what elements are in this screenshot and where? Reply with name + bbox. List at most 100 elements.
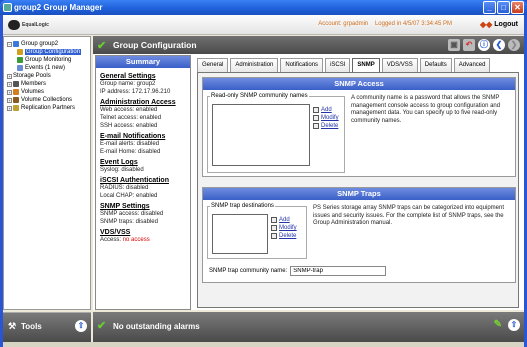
tree-node-label: Group group2 <box>21 41 59 47</box>
summary-body: General Settings Group name: group2 IP add… <box>96 68 190 246</box>
tree-node-label: Volume Collections <box>21 97 73 103</box>
tab-general[interactable]: General <box>197 58 229 72</box>
tools-label: Tools <box>21 322 42 331</box>
help-icon[interactable]: ⓘ <box>478 39 490 51</box>
tree-node-label: Storage Pools <box>13 73 51 79</box>
tree-node[interactable]: + Storage Pools <box>7 72 51 80</box>
expand-icon[interactable]: + <box>7 89 12 95</box>
tab-vds-vss[interactable]: VDS/VSS <box>381 58 418 72</box>
expand-icon[interactable]: + <box>7 105 12 111</box>
summary-line: RADIUS: disabled <box>100 185 149 191</box>
tools-icon: ⚒ <box>8 321 17 331</box>
summary-section-heading[interactable]: E-mail Notifications <box>100 133 186 140</box>
add-trap-link[interactable]: Add <box>279 216 290 224</box>
tools-expand-icon[interactable]: ⇧ <box>75 320 87 332</box>
back-icon[interactable]: ❮ <box>493 39 505 51</box>
summary-title: Summary <box>96 56 190 68</box>
main-header: ✔ Group Configuration ▣ ↶ ⓘ ❮ ❯ <box>93 36 524 54</box>
tab-administration[interactable]: Administration <box>230 58 279 72</box>
add-icon <box>313 107 319 113</box>
brand: EqualLogic <box>8 20 49 30</box>
tree-node-label: Volumes <box>21 89 45 95</box>
snmp-traps-description: PS Series storage array SNMP traps can b… <box>313 205 504 226</box>
tree-node[interactable]: + Volume Collections <box>7 96 72 104</box>
summary-line: SSH access: enabled <box>100 123 158 129</box>
summary-line: Local CHAP: enabled <box>100 193 158 199</box>
tree-node-label: Members <box>21 81 47 87</box>
vds-access-value: no access <box>122 237 150 243</box>
modify-icon <box>313 115 319 121</box>
discard-icon[interactable]: ↶ <box>463 39 475 51</box>
tab-iscsi[interactable]: iSCSI <box>325 58 351 72</box>
expand-icon[interactable]: + <box>7 97 12 103</box>
expand-icon[interactable]: + <box>7 73 12 79</box>
app-icon <box>3 3 12 12</box>
tools-panel[interactable]: ⚒ Tools ⇧ <box>3 312 91 342</box>
tab-defaults[interactable]: Defaults <box>419 58 452 72</box>
community-names-list[interactable] <box>212 104 310 166</box>
minimize-button[interactable]: _ <box>483 1 496 14</box>
brand-logo-icon <box>8 20 20 30</box>
tab-notifications[interactable]: Notifications <box>280 58 324 72</box>
summary-line: SNMP traps: disabled <box>100 219 158 225</box>
trap-community-label: SNMP trap community name: <box>209 268 288 274</box>
tree-node[interactable]: + Replication Partners <box>7 104 75 112</box>
tree-node-label: Group Monitoring <box>25 57 72 63</box>
summary-line: E-mail Home: disabled <box>100 149 161 155</box>
community-names-legend: Read-only SNMP community names <box>211 93 308 99</box>
delete-trap-link[interactable]: Delete <box>279 232 296 240</box>
tree-node-icon <box>13 89 19 95</box>
summary-section-heading[interactable]: Event Logs <box>100 159 186 166</box>
logout-label: Logout <box>494 21 518 28</box>
summary-section-heading[interactable]: Administration Access <box>100 99 186 106</box>
collapse-icon[interactable]: − <box>7 41 12 47</box>
tab-advanced[interactable]: Advanced <box>453 58 491 72</box>
tree-node[interactable]: − Group group2 <box>7 40 58 48</box>
summary-section-heading[interactable]: SNMP Settings <box>100 203 186 210</box>
summary-line: Telnet access: enabled <box>100 115 162 121</box>
save-icon[interactable]: ▣ <box>448 39 460 51</box>
summary-line: SNMP access: disabled <box>100 211 164 217</box>
tree-node-label: Replication Partners <box>21 105 76 111</box>
alarm-tools-icon[interactable]: ✎ <box>494 319 502 330</box>
alarm-message: No outstanding alarms <box>113 322 200 331</box>
tree-node[interactable]: Group Configuration <box>17 48 82 56</box>
tree-node[interactable]: Group Monitoring <box>17 56 71 64</box>
tree-node[interactable]: Events (1 new) <box>17 64 65 72</box>
account-label: Account: grpadmin <box>318 21 369 27</box>
snmp-traps-panel: SNMP Traps SNMP trap destinations Add Mo… <box>202 187 516 283</box>
modify-trap-link[interactable]: Modify <box>279 224 297 232</box>
summary-section-heading[interactable]: General Settings <box>100 73 186 80</box>
check-icon: ✔ <box>97 40 107 52</box>
trap-community-input[interactable] <box>290 266 387 276</box>
maximize-button[interactable]: □ <box>497 1 510 14</box>
delete-community-link[interactable]: Delete <box>321 122 338 130</box>
tab-snmp[interactable]: SNMP <box>352 58 380 72</box>
forward-icon[interactable]: ❯ <box>508 39 520 51</box>
summary-line: IP address: 172.17.96.210 <box>100 89 171 95</box>
summary-line: Syslog: disabled <box>100 167 144 173</box>
close-button[interactable]: ✕ <box>511 1 524 14</box>
logout-button[interactable]: ◆◆ Logout <box>480 20 518 29</box>
summary-line: Group name: group2 <box>100 81 156 87</box>
tree-node-icon <box>17 65 23 71</box>
summary-section-heading[interactable]: VDS/VSS <box>100 229 186 236</box>
add-icon <box>271 217 277 223</box>
summary-section-heading[interactable]: iSCSI Authentication <box>100 177 186 184</box>
tree-node-icon <box>13 105 19 111</box>
tree-node[interactable]: + Volumes <box>7 88 44 96</box>
trap-destinations-list[interactable] <box>212 214 268 254</box>
tree-node[interactable]: + Members <box>7 80 46 88</box>
app-header: EqualLogic Account: grpadmin Logged in 4… <box>3 15 524 35</box>
tree-node-label: Events (1 new) <box>25 65 66 71</box>
add-community-link[interactable]: Add <box>321 106 332 114</box>
delete-icon <box>313 123 319 129</box>
trap-destinations-legend: SNMP trap destinations <box>211 203 274 209</box>
tree-node-icon <box>17 57 23 63</box>
logged-in-label: Logged in 4/5/07 3:34:45 PM <box>374 21 452 27</box>
expand-icon[interactable]: + <box>7 81 12 87</box>
snmp-access-description: A community name is a password that allo… <box>351 95 501 124</box>
alarm-expand-icon[interactable]: ⇧ <box>508 319 520 331</box>
title-bar[interactable]: group2 Group Manager _ □ ✕ <box>0 0 527 15</box>
modify-community-link[interactable]: Modify <box>321 114 339 122</box>
